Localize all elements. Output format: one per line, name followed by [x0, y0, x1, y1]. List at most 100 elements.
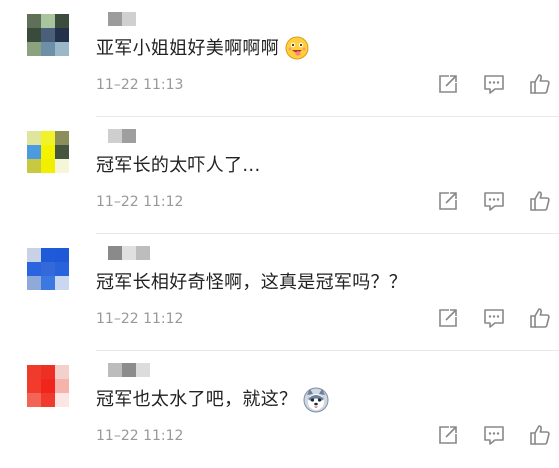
share-button[interactable]: [425, 71, 471, 97]
avatar-pixel: [55, 276, 69, 290]
avatar-pixel: [41, 28, 55, 42]
like-icon: [528, 423, 552, 447]
share-button[interactable]: [425, 188, 471, 214]
comment-feed: 亚军小姐姐好美啊啊啊 11–22 11:13 冠军长的太吓人了... 11–22 11…: [0, 0, 559, 468]
like-icon: [528, 72, 552, 96]
like-icon: [528, 306, 552, 330]
avatar-pixel: [27, 379, 41, 393]
username[interactable]: [108, 12, 136, 26]
comment-text-content: 冠军长相好奇怪啊，这真是冠军吗？？: [96, 272, 408, 293]
avatar-pixel: [41, 14, 55, 28]
avatar-pixel: [55, 262, 69, 276]
comment-item: 冠军长相好奇怪啊，这真是冠军吗？？ 11–22 11:12: [0, 234, 559, 351]
avatar-pixel: [55, 159, 69, 173]
comment-actions: [425, 71, 559, 97]
share-icon: [437, 307, 459, 329]
avatar-pixel: [27, 276, 41, 290]
avatar-pixel: [41, 379, 55, 393]
avatar-pixel: [27, 248, 41, 262]
username-pixel: [122, 129, 136, 143]
like-button[interactable]: [517, 71, 559, 97]
comment-text: 亚军小姐姐好美啊啊啊: [96, 34, 309, 60]
reply-icon: [482, 307, 506, 329]
reply-icon: [482, 73, 506, 95]
avatar-pixel: [41, 159, 55, 173]
avatar-pixel: [55, 42, 69, 56]
reply-button[interactable]: [471, 188, 517, 214]
avatar-pixel: [55, 248, 69, 262]
avatar[interactable]: [27, 248, 69, 290]
avatar-pixel: [55, 131, 69, 145]
username-pixel: [122, 12, 136, 26]
avatar-pixel: [55, 365, 69, 379]
comment-timestamp: 11–22 11:12: [96, 428, 184, 444]
comment-actions: [425, 188, 559, 214]
drooling-face-icon: [285, 36, 309, 60]
reply-icon: [482, 424, 506, 446]
comment-text: 冠军长的太吓人了...: [96, 151, 260, 177]
avatar-pixel: [55, 393, 69, 407]
comment-text-content: 亚军小姐姐好美啊啊啊: [96, 38, 279, 59]
avatar-pixel: [41, 262, 55, 276]
avatar-pixel: [41, 393, 55, 407]
avatar-pixel: [55, 28, 69, 42]
avatar[interactable]: [27, 131, 69, 173]
reply-icon: [482, 190, 506, 212]
share-icon: [437, 73, 459, 95]
avatar-pixel: [41, 145, 55, 159]
avatar-pixel: [27, 365, 41, 379]
avatar-pixel: [27, 159, 41, 173]
share-button[interactable]: [425, 305, 471, 331]
comment-actions: [425, 422, 559, 448]
avatar-pixel: [27, 145, 41, 159]
comment-text-content: 冠军长的太吓人了...: [96, 155, 261, 176]
comment-timestamp: 11–22 11:13: [96, 77, 184, 93]
username-pixel: [136, 246, 150, 260]
share-icon: [437, 424, 459, 446]
like-button[interactable]: [517, 188, 559, 214]
comment-timestamp: 11–22 11:12: [96, 311, 184, 327]
comment-item: 亚军小姐姐好美啊啊啊 11–22 11:13: [0, 0, 559, 117]
comment-item: 冠军也太水了吧，就这？ 11–22 11:12: [0, 351, 559, 468]
avatar-pixel: [27, 131, 41, 145]
avatar-pixel: [41, 131, 55, 145]
username[interactable]: [108, 129, 136, 143]
avatar-pixel: [27, 393, 41, 407]
avatar-pixel: [27, 28, 41, 42]
avatar-pixel: [41, 276, 55, 290]
avatar-pixel: [27, 42, 41, 56]
like-button[interactable]: [517, 422, 559, 448]
avatar-pixel: [41, 248, 55, 262]
avatar-pixel: [55, 379, 69, 393]
avatar[interactable]: [27, 365, 69, 407]
like-icon: [528, 189, 552, 213]
reply-button[interactable]: [471, 305, 517, 331]
comment-timestamp: 11–22 11:12: [96, 194, 184, 210]
avatar-pixel: [27, 262, 41, 276]
reply-button[interactable]: [471, 422, 517, 448]
comment-text-content: 冠军也太水了吧，就这？: [96, 389, 298, 410]
username-pixel: [108, 246, 122, 260]
comment-actions: [425, 305, 559, 331]
username-pixel: [108, 363, 122, 377]
username-pixel: [108, 12, 122, 26]
comment-text: 冠军长相好奇怪啊，这真是冠军吗？？: [96, 268, 407, 294]
avatar[interactable]: [27, 14, 69, 56]
comment-item: 冠军长的太吓人了... 11–22 11:12: [0, 117, 559, 234]
username[interactable]: [108, 363, 150, 377]
reply-button[interactable]: [471, 71, 517, 97]
username-pixel: [136, 363, 150, 377]
comment-text: 冠军也太水了吧，就这？: [96, 385, 329, 413]
username[interactable]: [108, 246, 150, 260]
share-icon: [437, 190, 459, 212]
husky-icon: [303, 387, 329, 413]
username-pixel: [122, 363, 136, 377]
username-pixel: [122, 246, 136, 260]
avatar-pixel: [55, 145, 69, 159]
share-button[interactable]: [425, 422, 471, 448]
avatar-pixel: [41, 42, 55, 56]
like-button[interactable]: [517, 305, 559, 331]
avatar-pixel: [27, 14, 41, 28]
username-pixel: [108, 129, 122, 143]
avatar-pixel: [41, 365, 55, 379]
